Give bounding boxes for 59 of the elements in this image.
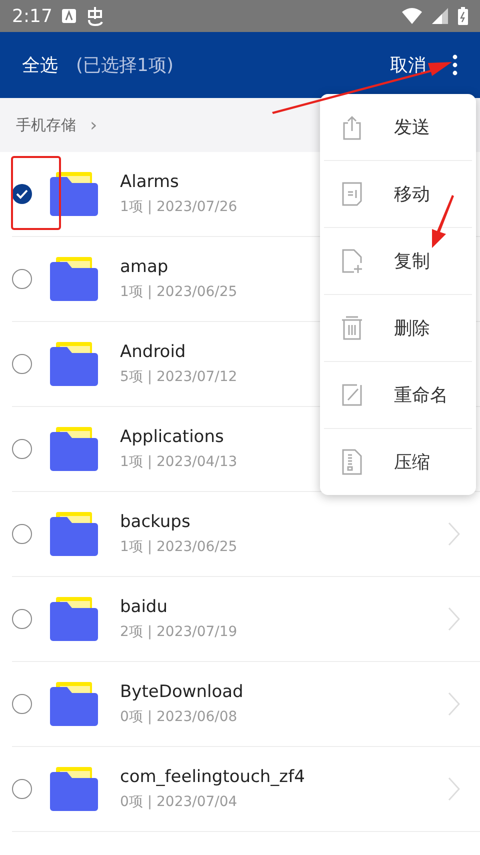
bug-icon	[86, 6, 104, 26]
folder-icon	[50, 172, 98, 216]
select-radio[interactable]	[12, 779, 32, 799]
folder-meta: 5项 | 2023/07/12	[120, 368, 238, 386]
folder-icon	[50, 597, 98, 641]
folder-icon	[50, 342, 98, 386]
document-icon	[340, 180, 364, 208]
folder-name: com_feelingtouch_zf4	[120, 767, 305, 787]
folder-icon	[50, 767, 98, 811]
folder-name: Applications	[120, 427, 224, 447]
select-radio[interactable]	[12, 609, 32, 629]
signal-icon	[432, 8, 448, 24]
folder-meta: 1项 | 2023/04/13	[120, 453, 238, 471]
notification-icon	[62, 9, 76, 23]
file-row[interactable]: com_feelingtouch_zf4 0项 | 2023/07/04	[12, 747, 480, 832]
select-radio[interactable]	[12, 439, 32, 459]
add-file-icon	[340, 247, 364, 275]
check-icon	[16, 189, 28, 199]
chevron-icon	[448, 522, 460, 546]
folder-meta: 1项 | 2023/07/26	[120, 198, 238, 216]
select-radio[interactable]	[12, 354, 32, 374]
breadcrumb-item[interactable]: 手机存储	[16, 116, 76, 134]
select-radio[interactable]	[12, 524, 32, 544]
folder-name: backups	[120, 512, 190, 532]
cancel-button[interactable]: 取消	[390, 53, 426, 77]
trash-icon	[340, 314, 364, 342]
folder-meta: 0项 | 2023/07/04	[120, 793, 238, 811]
selection-count: (已选择1项)	[76, 54, 174, 77]
folder-meta: 1项 | 2023/06/25	[120, 538, 238, 556]
folder-name: ByteDownload	[120, 682, 244, 702]
select-all-button[interactable]: 全选	[22, 53, 58, 77]
select-radio[interactable]	[12, 694, 32, 714]
folder-icon	[50, 257, 98, 301]
breadcrumb-chevron: ›	[90, 114, 98, 136]
chevron-icon	[448, 777, 460, 801]
select-radio[interactable]	[12, 184, 32, 204]
folder-name: amap	[120, 257, 168, 277]
select-radio[interactable]	[12, 269, 32, 289]
folder-name: Android	[120, 342, 186, 362]
folder-icon	[50, 682, 98, 726]
menu-item[interactable]: 删除	[324, 295, 472, 362]
file-row[interactable]: ByteDownload 0项 | 2023/06/08	[12, 662, 480, 747]
menu-item[interactable]: 压缩	[324, 429, 472, 495]
folder-meta: 0项 | 2023/06/08	[120, 708, 238, 726]
archive-file-icon	[340, 448, 364, 476]
chevron-icon	[448, 607, 460, 631]
folder-meta: 2项 | 2023/07/19	[120, 623, 238, 641]
folder-meta: 1项 | 2023/06/25	[120, 283, 238, 301]
battery-icon	[458, 7, 468, 25]
chevron-icon	[448, 692, 460, 716]
more-options-icon[interactable]	[452, 54, 458, 76]
file-row[interactable]: baidu 2项 | 2023/07/19	[12, 577, 480, 662]
status-time: 2:17	[12, 6, 52, 26]
menu-item[interactable]: 重命名	[324, 362, 472, 429]
folder-icon	[50, 512, 98, 556]
folder-name: baidu	[120, 597, 168, 617]
wifi-icon	[402, 8, 422, 24]
folder-name: Alarms	[120, 172, 179, 192]
folder-icon	[50, 427, 98, 471]
